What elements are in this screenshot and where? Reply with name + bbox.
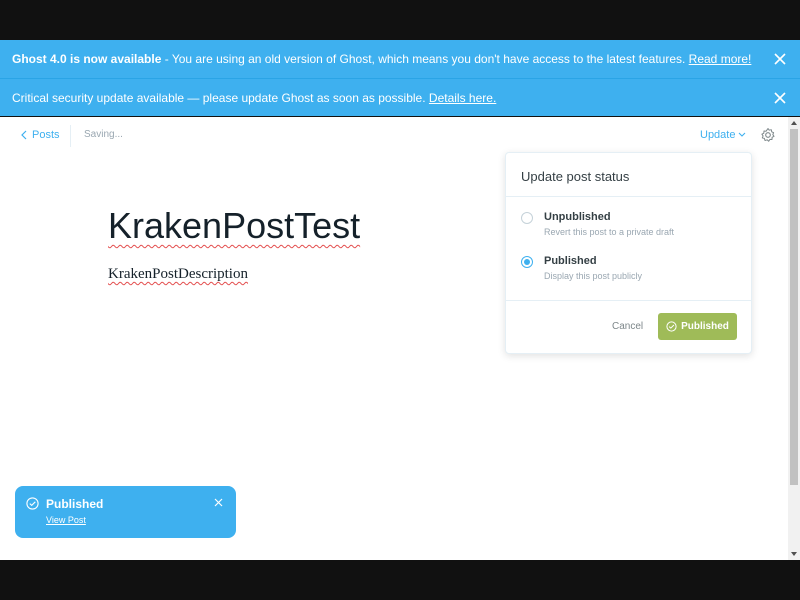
banner-details-link[interactable]: Details here.	[429, 91, 496, 105]
published-radio[interactable]	[521, 256, 533, 268]
top-letterbox	[0, 0, 800, 40]
scroll-down-arrow-icon[interactable]	[790, 550, 798, 558]
gear-icon[interactable]	[760, 127, 776, 143]
close-icon[interactable]	[214, 498, 223, 507]
option-description: Display this post publicly	[544, 271, 643, 281]
check-circle-icon	[666, 321, 677, 332]
view-post-link[interactable]: View Post	[46, 515, 86, 525]
scroll-up-arrow-icon[interactable]	[790, 119, 798, 127]
close-icon[interactable]	[772, 90, 788, 106]
header-divider	[70, 125, 71, 147]
banner-security-message: Critical security update available — ple…	[12, 90, 426, 105]
scrollbar-thumb[interactable]	[790, 129, 798, 485]
security-update-banner: Critical security update available — ple…	[0, 78, 800, 116]
banner-upgrade-text: Ghost 4.0 is now available - You are usi…	[12, 52, 751, 66]
published-toast: Published View Post	[15, 486, 236, 538]
chevron-left-icon	[21, 130, 27, 140]
dropdown-title: Update post status	[506, 153, 751, 197]
toast-title: Published	[46, 497, 104, 511]
banner-upgrade-strong: Ghost 4.0 is now available	[12, 52, 162, 66]
update-dropdown-button[interactable]: Update	[700, 129, 746, 141]
publish-button[interactable]: Published	[658, 313, 737, 340]
update-label: Update	[700, 129, 736, 141]
publish-button-label: Published	[681, 321, 729, 332]
chevron-down-icon	[739, 132, 746, 137]
scrollbar[interactable]	[788, 117, 800, 560]
post-title[interactable]: KrakenPostTest	[108, 205, 360, 247]
option-label: Published	[544, 255, 597, 267]
saving-status: Saving...	[84, 129, 123, 140]
close-icon[interactable]	[772, 51, 788, 67]
back-label: Posts	[32, 129, 60, 141]
banner-read-more-link[interactable]: Read more!	[689, 52, 752, 66]
banner-security-text: Critical security update available — ple…	[12, 91, 496, 105]
post-body[interactable]: KrakenPostDescription	[108, 266, 248, 283]
option-label: Unpublished	[544, 211, 611, 223]
editor-header: Posts Saving... Update	[0, 117, 788, 155]
bottom-letterbox	[0, 560, 800, 600]
unpublished-radio[interactable]	[521, 212, 533, 224]
post-status-dropdown: Update post status Unpublished Revert th…	[505, 152, 752, 354]
ghost-upgrade-banner: Ghost 4.0 is now available - You are usi…	[0, 40, 800, 78]
dropdown-divider	[506, 300, 751, 301]
back-to-posts-link[interactable]: Posts	[20, 129, 60, 141]
banner-upgrade-message: - You are using an old version of Ghost,…	[161, 52, 686, 66]
check-circle-icon	[26, 497, 39, 510]
option-description: Revert this post to a private draft	[544, 227, 675, 237]
cancel-button[interactable]: Cancel	[612, 321, 643, 332]
